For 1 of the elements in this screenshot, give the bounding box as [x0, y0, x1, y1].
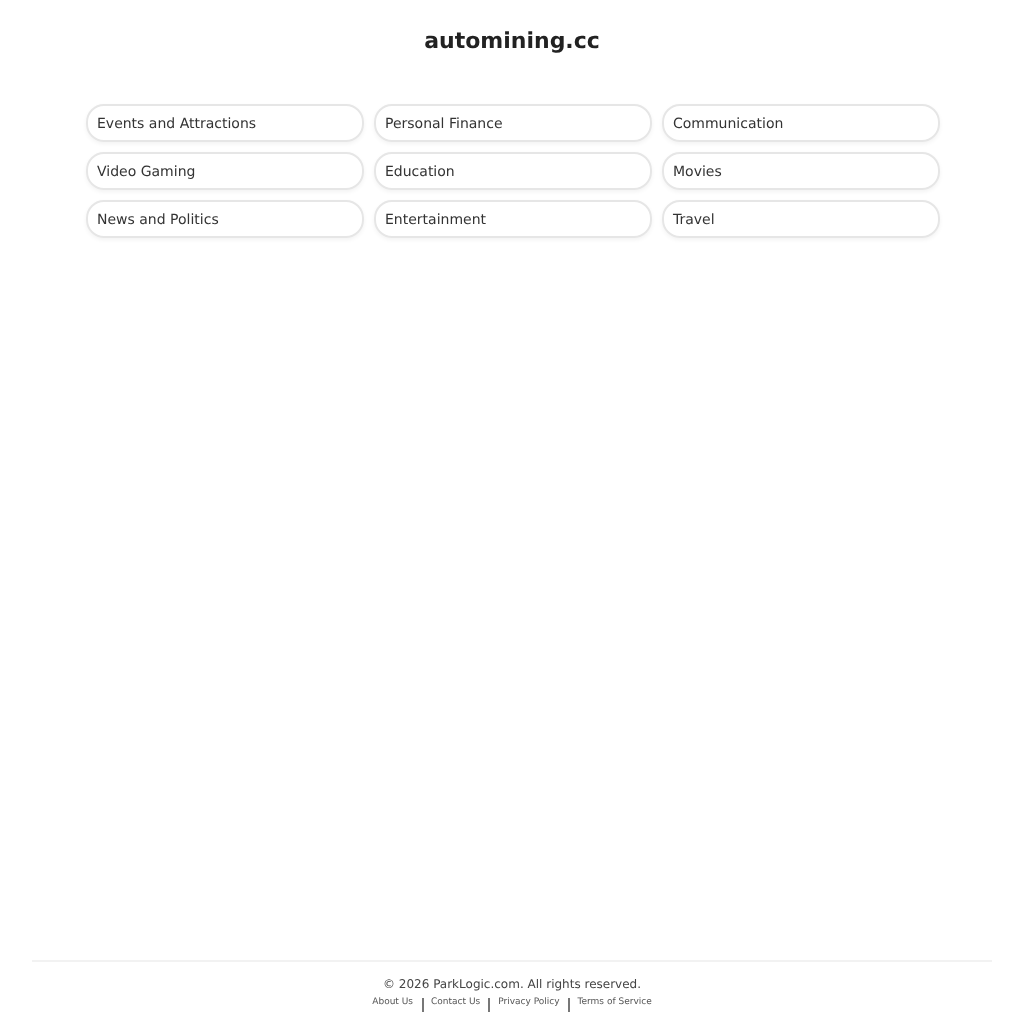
- site-title: automining.cc: [422, 26, 602, 58]
